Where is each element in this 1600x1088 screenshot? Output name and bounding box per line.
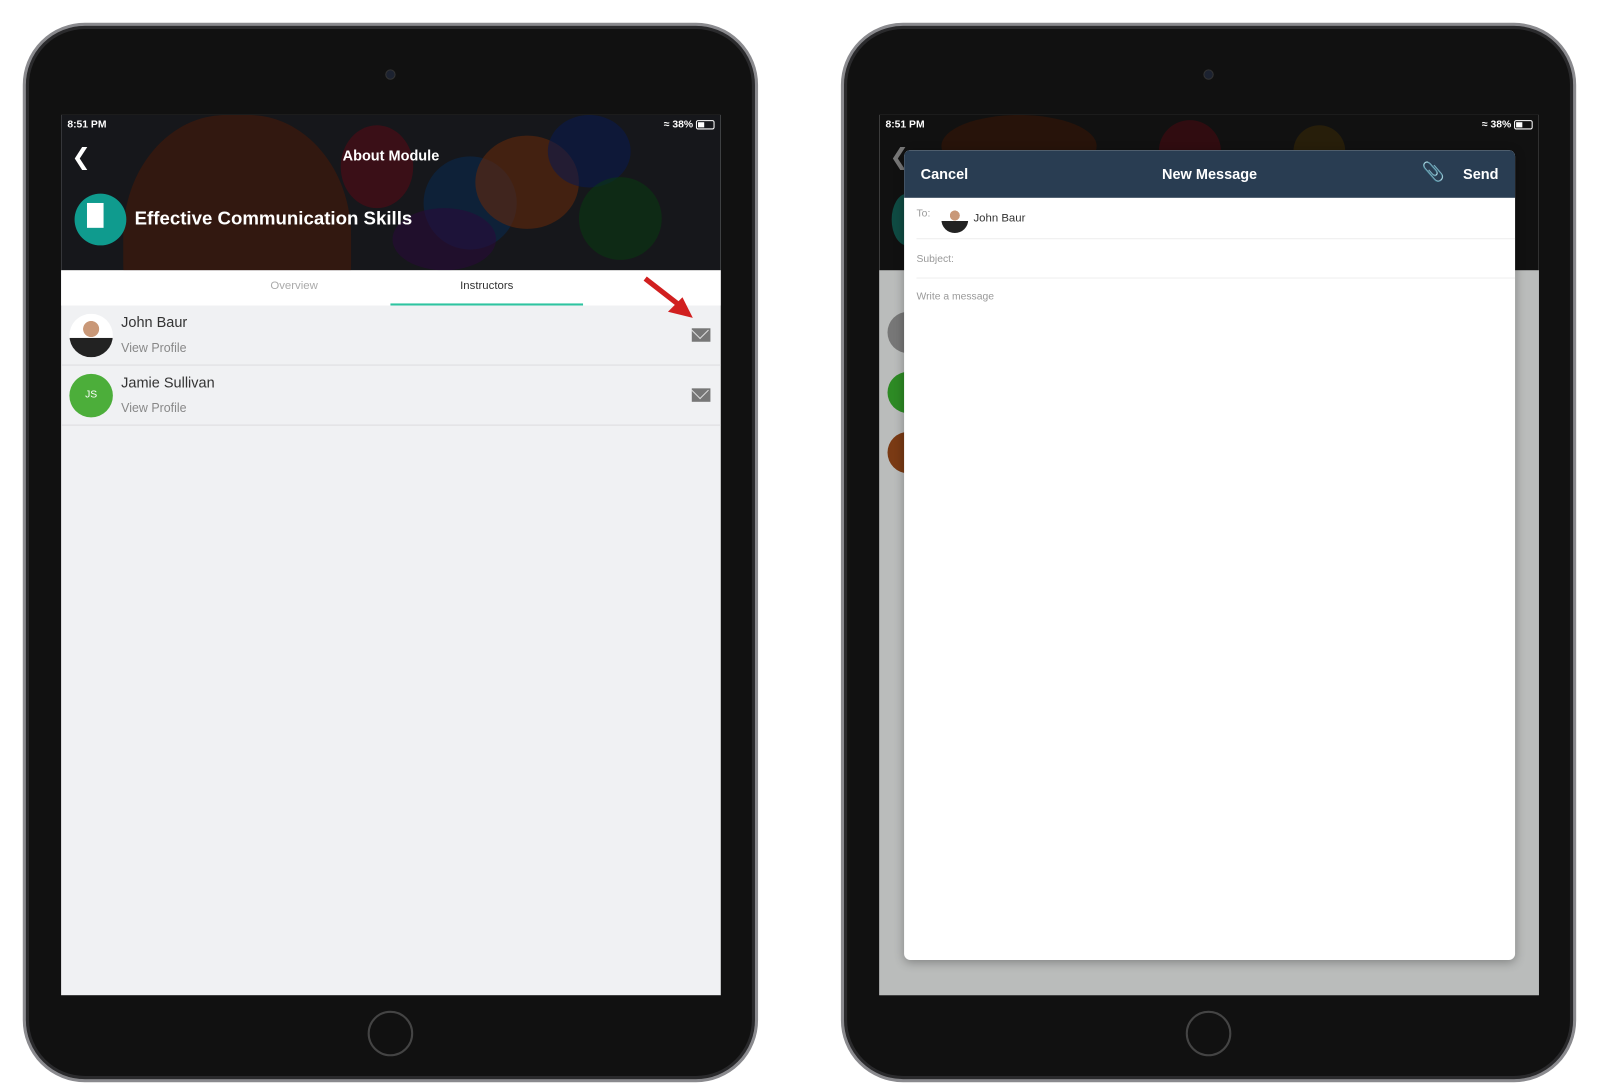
battery-icon (1514, 119, 1533, 130)
tablet-left: 8:51 PM ≈ 38% ❮ About Module Effective C… (22, 22, 759, 1083)
battery-percent: 38% (1490, 119, 1512, 131)
battery-status: ≈ 38% (1482, 119, 1533, 131)
home-button[interactable] (367, 1010, 414, 1057)
battery-icon (695, 119, 715, 130)
status-bar: 8:51 PM ≈ 38% (67, 119, 715, 131)
camera (1203, 69, 1214, 80)
camera (385, 69, 396, 80)
new-message-modal: Cancel New Message 📎 Send To: John Baur … (904, 150, 1516, 961)
time: 8:51 PM (885, 119, 925, 131)
new-message-screen: 8:51 PM ≈ 38% ❮ Cancel New Message 📎 Sen… (879, 114, 1539, 996)
tablet-right: 8:51 PM ≈ 38% ❮ Cancel New Message 📎 Sen… (840, 22, 1577, 1083)
recipient-avatar (941, 206, 969, 234)
module-title: Effective Communication Skills (134, 208, 413, 229)
about-module-screen: 8:51 PM ≈ 38% ❮ About Module Effective C… (61, 114, 721, 996)
view-profile-link[interactable]: View Profile (121, 401, 186, 415)
time: 8:51 PM (67, 119, 107, 131)
red-arrow-annotation-icon (643, 276, 693, 318)
to-field[interactable]: To: John Baur (916, 198, 1516, 240)
tab-bar: Overview Instructors (61, 270, 721, 306)
status-bar: 8:51 PM ≈ 38% (885, 119, 1533, 131)
instructor-row[interactable]: John Baur View Profile (61, 306, 721, 366)
page-title: About Module (342, 147, 440, 164)
send-button[interactable]: Send (1463, 166, 1498, 183)
recipient-name: John Baur (973, 212, 1026, 225)
to-label: To: (916, 208, 931, 220)
view-profile-link[interactable]: View Profile (121, 341, 186, 355)
modal-header: Cancel New Message 📎 Send (904, 150, 1516, 198)
message-input[interactable]: Write a message (917, 279, 1516, 900)
instructor-row[interactable]: JS Jamie Sullivan View Profile (61, 366, 721, 426)
paperclip-icon[interactable]: 📎 (1421, 162, 1444, 184)
tab-overview[interactable]: Overview (198, 270, 391, 305)
tab-instructors[interactable]: Instructors (390, 270, 584, 306)
home-button[interactable] (1185, 1010, 1232, 1057)
mail-icon[interactable] (691, 388, 711, 402)
avatar: JS (69, 373, 113, 418)
subject-input[interactable]: Subject: (916, 239, 1516, 279)
battery-percent: 38% (672, 119, 694, 131)
mail-icon[interactable] (691, 328, 711, 342)
module-icon (74, 193, 127, 246)
battery-status: ≈ 38% (664, 119, 715, 131)
instructor-name: Jamie Sullivan (121, 373, 215, 391)
module-header: 8:51 PM ≈ 38% ❮ About Module Effective C… (61, 114, 721, 271)
avatar (69, 313, 113, 358)
instructor-name: John Baur (121, 313, 188, 331)
